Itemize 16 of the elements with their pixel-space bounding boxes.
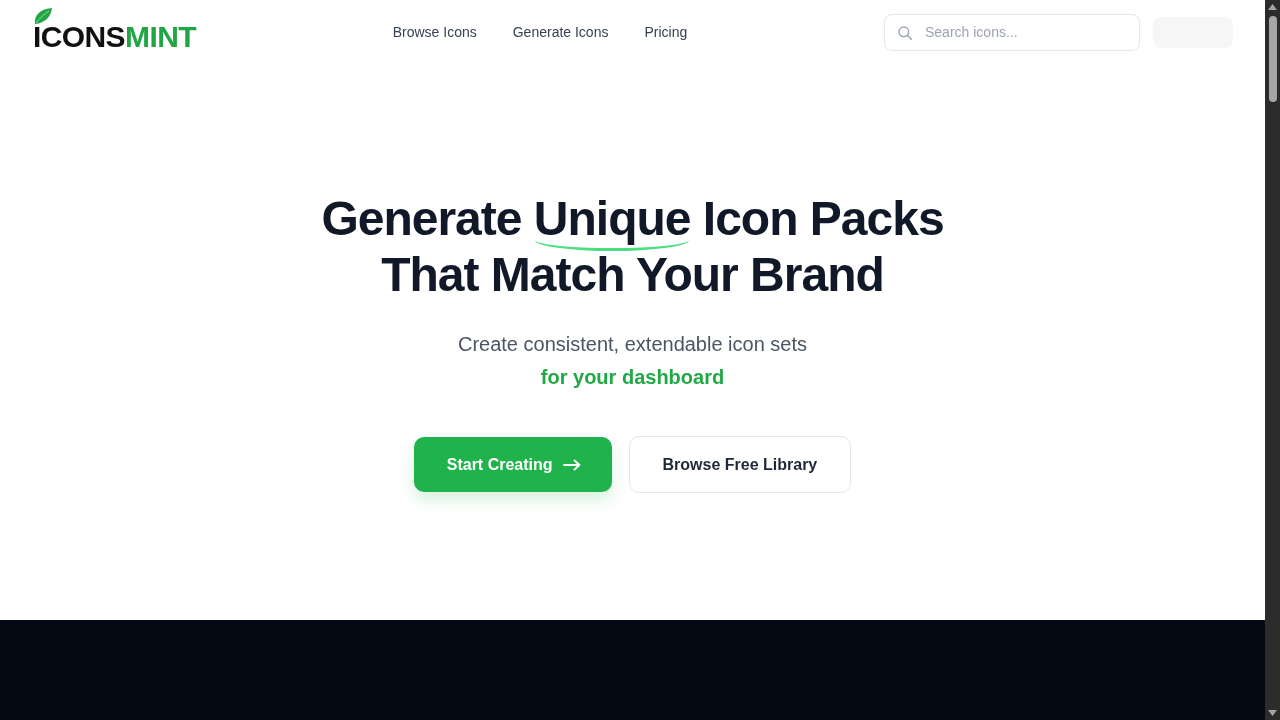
scroll-down-arrow-icon[interactable] bbox=[1268, 710, 1277, 716]
arrow-right-icon bbox=[562, 458, 581, 471]
nav-link[interactable]: Browse Icons bbox=[392, 24, 477, 40]
scrollbar[interactable] bbox=[1265, 0, 1280, 720]
search-icon bbox=[898, 25, 912, 40]
nav-link[interactable]: Pricing bbox=[644, 24, 688, 40]
scroll-up-arrow-icon[interactable] bbox=[1268, 4, 1277, 10]
leaf-icon bbox=[34, 7, 52, 24]
hero-highlight-text: for your dashboard bbox=[540, 365, 725, 390]
search-field[interactable]: Search icons... bbox=[884, 13, 1140, 51]
scrollbar-thumb[interactable] bbox=[1268, 16, 1277, 102]
hero-subtitle: Create consistent, extendable icon sets bbox=[457, 332, 808, 357]
hero-heading: Generate Unique Icon Packs That Match Your Brand bbox=[320, 191, 945, 303]
browse-library-button[interactable]: Browse Free Library bbox=[628, 436, 852, 493]
logo-wordmark[interactable]: ICONSMINT bbox=[33, 23, 196, 49]
nav-link[interactable]: Generate Icons bbox=[512, 24, 609, 40]
